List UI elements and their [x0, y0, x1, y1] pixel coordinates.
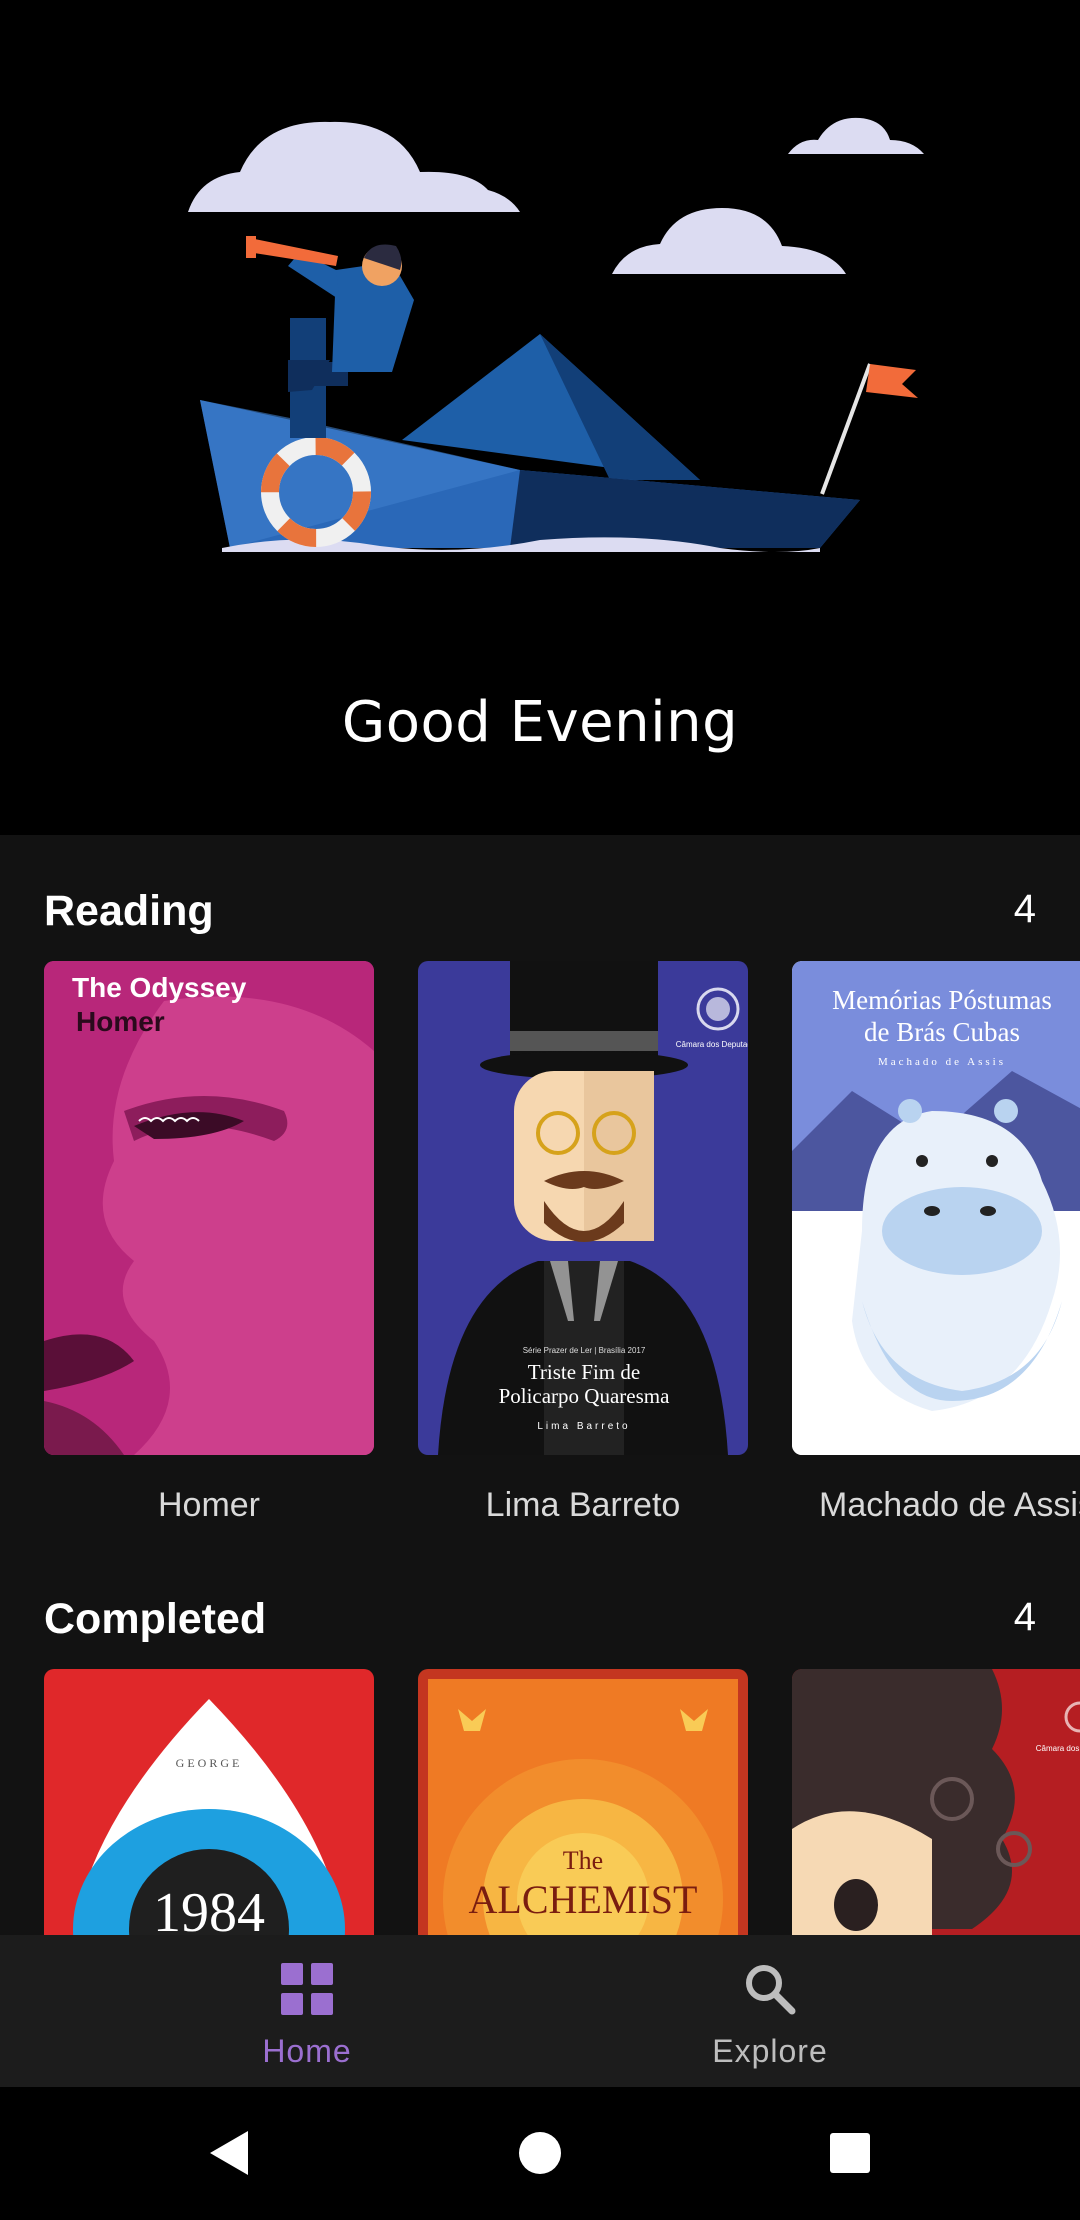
svg-text:The: The	[563, 1846, 603, 1875]
greeting-title: Good Evening	[341, 690, 739, 755]
book-cover[interactable]: The Odyssey Homer	[44, 961, 374, 1455]
home-circle-icon[interactable]	[510, 2123, 570, 2183]
book-author: Machado de Assis	[819, 1486, 1080, 1524]
svg-text:de Brás Cubas: de Brás Cubas	[864, 1017, 1020, 1047]
nav-explore[interactable]: Explore	[620, 1935, 920, 2087]
svg-text:Câmara dos Deputados: Câmara dos Deputados	[676, 1040, 748, 1049]
svg-text:The Odyssey: The Odyssey	[72, 972, 247, 1003]
svg-text:Homer: Homer	[76, 1006, 165, 1037]
back-icon[interactable]	[200, 2123, 260, 2183]
book-cover[interactable]: Câmara dos Deputados	[792, 1669, 1080, 1935]
book-cover[interactable]: The ALCHEMIST	[418, 1669, 748, 1935]
svg-text:GEORGE: GEORGE	[176, 1756, 243, 1770]
section-header: Reading 4	[44, 887, 1036, 947]
svg-text:Série Prazer de Ler | Brasília: Série Prazer de Ler | Brasília 2017	[523, 1346, 646, 1355]
book-cover[interactable]: GEORGE 1984	[44, 1669, 374, 1935]
section-count: 4	[1013, 887, 1036, 931]
dashboard-icon	[281, 1963, 333, 2015]
system-navigation-bar	[0, 2087, 1080, 2220]
search-icon	[746, 1965, 796, 2015]
svg-text:1984: 1984	[153, 1882, 265, 1935]
svg-text:ALCHEMIST: ALCHEMIST	[469, 1877, 698, 1922]
svg-text:Câmara dos Deputados: Câmara dos Deputados	[1036, 1744, 1080, 1753]
book-shelf[interactable]: GEORGE 1984 The ALCHEMIST Câmara dos	[0, 1669, 1080, 1935]
book-shelf[interactable]: The Odyssey Homer Homer Câmara dos Deput…	[0, 961, 1080, 1524]
recents-square-icon[interactable]	[820, 2123, 880, 2183]
book-author: Homer	[157, 1486, 261, 1524]
nav-explore-label: Explore	[712, 2033, 828, 2069]
section-title: Completed	[44, 1595, 267, 1643]
book-author: Lima Barreto	[485, 1486, 681, 1524]
section-title: Reading	[44, 887, 214, 935]
book-cover[interactable]: Memórias Póstumas de Brás Cubas Machado …	[792, 961, 1080, 1455]
section-count: 4	[1013, 1595, 1036, 1639]
svg-text:Machado de Assis: Machado de Assis	[878, 1056, 1006, 1068]
bottom-navigation: Home Explore	[0, 1935, 1080, 2087]
hero-banner: Good Evening	[0, 0, 1080, 835]
nav-home[interactable]: Home	[157, 1935, 457, 2087]
book-cover[interactable]: Câmara dos Deputados Série Prazer de Ler…	[418, 961, 748, 1455]
section-header: Completed 4	[44, 1595, 1036, 1655]
svg-text:Lima Barreto: Lima Barreto	[537, 1421, 630, 1432]
nav-home-label: Home	[262, 2033, 352, 2069]
svg-text:Memórias Póstumas: Memórias Póstumas	[832, 985, 1052, 1015]
svg-text:Policarpo Quaresma: Policarpo Quaresma	[499, 1384, 671, 1408]
home-content[interactable]: Reading 4 The Odyssey Homer Homer Câmara…	[0, 835, 1080, 1935]
svg-text:Triste Fim de: Triste Fim de	[528, 1360, 640, 1384]
